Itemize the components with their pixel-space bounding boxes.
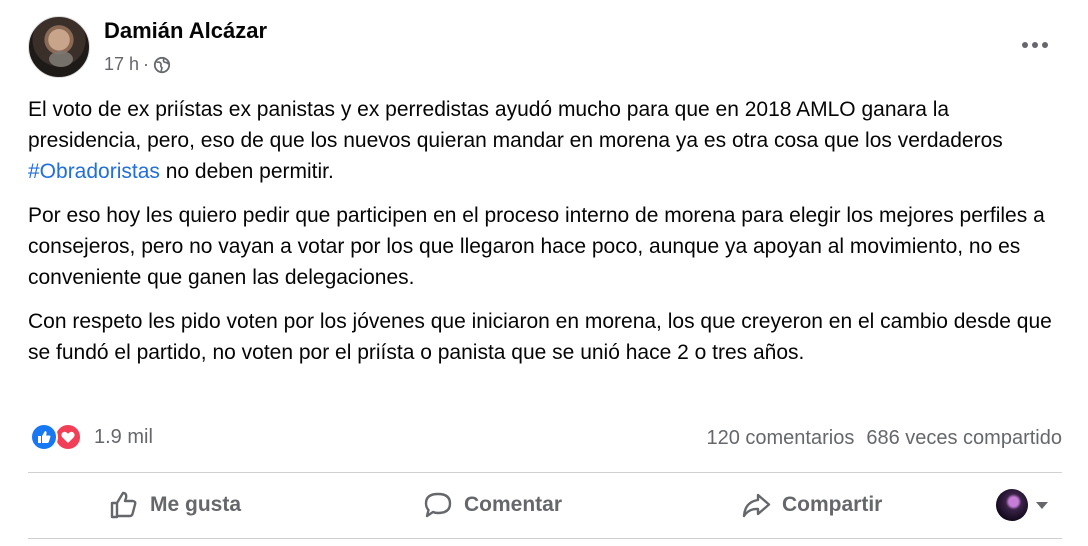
post-paragraph-2: Por eso hoy les quiero pedir que partici… [28,204,1045,289]
reactions-count[interactable]: 1.9 mil [94,426,153,449]
like-outline-icon [110,491,137,519]
globe-icon[interactable] [153,56,171,74]
share-icon [742,493,771,518]
meta-separator: · [143,54,150,74]
post-time[interactable]: 17 h [104,54,139,75]
more-options-button[interactable] [1018,30,1052,60]
reactions-summary[interactable]: 1.9 mil [30,423,153,451]
shares-count[interactable]: 686 veces compartido [866,427,1062,450]
engagement-stats: 120 comentarios 686 veces compartido [706,427,1062,450]
comments-count[interactable]: 120 comentarios [706,427,854,450]
post-paragraph-3: Con respeto les pido voten por los jóven… [28,310,1052,364]
hashtag-link[interactable]: #Obradoristas [28,160,160,183]
like-icon [30,423,58,451]
comment-button[interactable]: Comentar [422,482,562,528]
chevron-down-icon [1036,501,1048,509]
post-meta: 17 h · [104,54,171,75]
post-body: El voto de ex priístas ex panistas y ex … [28,94,1068,381]
divider-top [28,472,1062,473]
love-icon [54,423,82,451]
comment-label: Comentar [464,493,563,516]
share-button[interactable]: Compartir [740,482,882,528]
like-label: Me gusta [150,493,242,516]
page-switcher[interactable] [996,489,1048,521]
author-name[interactable]: Damián Alcázar [104,18,267,44]
comment-icon [424,492,452,518]
page-avatar [996,489,1028,521]
divider-bottom [28,538,1062,539]
like-button[interactable]: Me gusta [108,482,241,528]
post-card: Damián Alcázar 17 h · El voto de ex prií… [0,0,1088,546]
post-paragraph-1: El voto de ex priístas ex panistas y ex … [28,98,1003,183]
more-options-icon [1022,42,1028,48]
author-avatar[interactable] [28,16,90,78]
share-label: Compartir [782,493,883,516]
